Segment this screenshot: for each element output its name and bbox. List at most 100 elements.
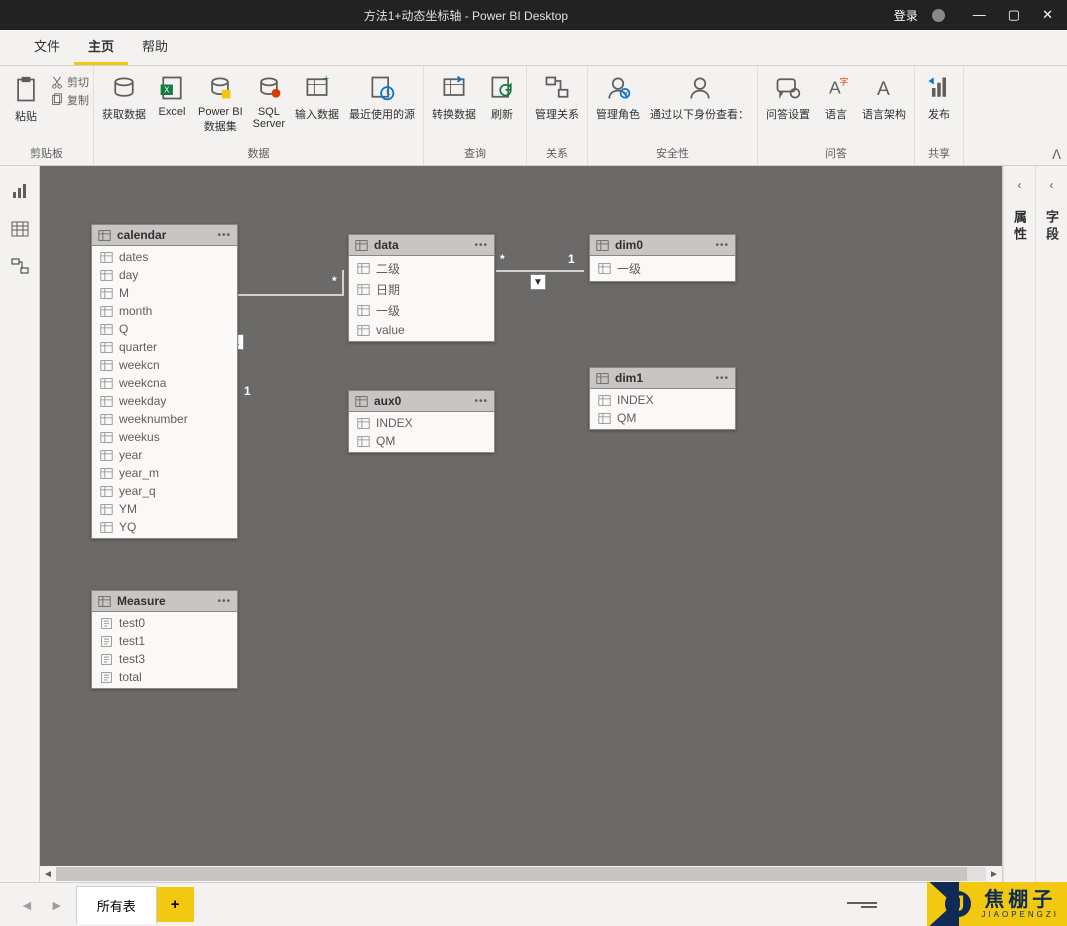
field-item[interactable]: year: [92, 446, 237, 464]
field-item[interactable]: weekday: [92, 392, 237, 410]
model-canvas[interactable]: ▲ 1 * ▼ * 1 calendar••• datesdayMmonthQq…: [40, 166, 1002, 882]
field-item[interactable]: year_m: [92, 464, 237, 482]
field-item[interactable]: YM: [92, 500, 237, 518]
svg-text:X: X: [164, 85, 170, 94]
right-panes: ‹属性 ‹字段: [1002, 166, 1067, 882]
field-item[interactable]: YQ: [92, 518, 237, 536]
tab-file[interactable]: 文件: [20, 28, 74, 65]
enter-data-button[interactable]: +输入数据: [291, 70, 343, 124]
view-rail: [0, 166, 40, 882]
field-item[interactable]: INDEX: [590, 391, 735, 409]
add-tab-button[interactable]: +: [157, 887, 194, 922]
close-icon[interactable]: ✕: [1042, 7, 1053, 23]
cardinality-one: 1: [568, 252, 575, 266]
minimize-icon[interactable]: —: [973, 7, 986, 23]
maximize-icon[interactable]: ▢: [1008, 7, 1020, 23]
field-item[interactable]: 一级: [590, 258, 735, 279]
table-icon: [98, 595, 111, 608]
table-icon: [596, 239, 609, 252]
manage-relationships-button[interactable]: 管理关系: [531, 70, 583, 124]
table-menu-icon[interactable]: •••: [474, 396, 488, 407]
field-item[interactable]: weekus: [92, 428, 237, 446]
publish-button[interactable]: 发布: [919, 70, 959, 124]
tab-home[interactable]: 主页: [74, 28, 128, 65]
field-item[interactable]: value: [349, 321, 494, 339]
recent-sources-button[interactable]: 最近使用的源: [345, 70, 419, 124]
manage-roles-button[interactable]: 管理角色: [592, 70, 644, 124]
sql-server-button[interactable]: SQL Server: [249, 70, 289, 132]
field-item[interactable]: year_q: [92, 482, 237, 500]
table-icon: [98, 229, 111, 242]
table-menu-icon[interactable]: •••: [474, 240, 488, 251]
field-item[interactable]: 日期: [349, 279, 494, 300]
page-tabs-footer: ◄ ► 所有表 +: [0, 882, 1067, 926]
svg-text:A: A: [877, 79, 890, 100]
table-menu-icon[interactable]: •••: [715, 373, 729, 384]
language-schema-button[interactable]: A语言架构: [858, 70, 910, 124]
table-menu-icon[interactable]: •••: [217, 230, 231, 241]
model-view-icon[interactable]: [11, 258, 29, 276]
report-view-icon[interactable]: [11, 182, 29, 200]
next-page-icon[interactable]: ►: [44, 893, 70, 917]
table-icon: [355, 239, 368, 252]
cardinality-many: *: [332, 274, 337, 288]
language-button[interactable]: A字语言: [816, 70, 856, 124]
field-item[interactable]: quarter: [92, 338, 237, 356]
menu-tabs: 文件 主页 帮助: [0, 30, 1067, 66]
login-label[interactable]: 登录: [894, 7, 918, 24]
field-item[interactable]: total: [92, 668, 237, 686]
qa-setup-button[interactable]: 问答设置: [762, 70, 814, 124]
copy-button[interactable]: 复制: [50, 92, 89, 108]
table-data[interactable]: data••• 二级日期一级value: [348, 234, 495, 342]
rel-arrow-icon: ▼: [530, 274, 546, 290]
field-item[interactable]: Q: [92, 320, 237, 338]
table-menu-icon[interactable]: •••: [715, 240, 729, 251]
field-item[interactable]: day: [92, 266, 237, 284]
zoom-control[interactable]: [837, 902, 877, 908]
watermark: J 焦棚子JIAOPENGZI: [927, 882, 1067, 926]
field-item[interactable]: weeknumber: [92, 410, 237, 428]
field-item[interactable]: weekcn: [92, 356, 237, 374]
user-avatar-icon[interactable]: [932, 9, 945, 22]
data-view-icon[interactable]: [11, 220, 29, 238]
collapse-ribbon-icon[interactable]: ᐱ: [1052, 147, 1061, 163]
sheet-tab-all-tables[interactable]: 所有表: [76, 886, 157, 924]
table-icon: [596, 372, 609, 385]
field-item[interactable]: month: [92, 302, 237, 320]
field-item[interactable]: dates: [92, 248, 237, 266]
field-item[interactable]: QM: [349, 432, 494, 450]
ribbon: 粘贴 剪切 复制 剪贴板 获取数据 XExcel Power BI 数据集 SQ…: [0, 66, 1067, 166]
field-item[interactable]: 一级: [349, 300, 494, 321]
field-item[interactable]: weekcna: [92, 374, 237, 392]
field-item[interactable]: QM: [590, 409, 735, 427]
field-item[interactable]: INDEX: [349, 414, 494, 432]
properties-pane[interactable]: ‹属性: [1003, 166, 1035, 882]
horizontal-scrollbar[interactable]: ◄►: [40, 866, 1002, 882]
table-menu-icon[interactable]: •••: [217, 596, 231, 607]
cardinality-one: 1: [244, 384, 251, 398]
paste-button[interactable]: 粘贴: [6, 72, 46, 126]
fields-pane[interactable]: ‹字段: [1035, 166, 1067, 882]
table-dim1[interactable]: dim1••• INDEXQM: [589, 367, 736, 430]
table-aux0[interactable]: aux0••• INDEXQM: [348, 390, 495, 453]
chevron-left-icon: ‹: [1050, 178, 1054, 192]
field-item[interactable]: M: [92, 284, 237, 302]
field-item[interactable]: test3: [92, 650, 237, 668]
transform-data-button[interactable]: 转换数据: [428, 70, 480, 124]
field-item[interactable]: test0: [92, 614, 237, 632]
svg-text:字: 字: [840, 76, 849, 87]
table-calendar[interactable]: calendar••• datesdayMmonthQquarterweekcn…: [91, 224, 238, 539]
table-dim0[interactable]: dim0••• 一级: [589, 234, 736, 282]
pbi-dataset-button[interactable]: Power BI 数据集: [194, 70, 247, 136]
field-item[interactable]: 二级: [349, 258, 494, 279]
refresh-button[interactable]: 刷新: [482, 70, 522, 124]
get-data-button[interactable]: 获取数据: [98, 70, 150, 124]
field-item[interactable]: test1: [92, 632, 237, 650]
view-as-button[interactable]: 通过以下身份查看：: [646, 70, 753, 124]
cut-button[interactable]: 剪切: [50, 74, 89, 90]
tab-help[interactable]: 帮助: [128, 28, 182, 65]
table-icon: [355, 395, 368, 408]
prev-page-icon[interactable]: ◄: [14, 893, 40, 917]
table-measure[interactable]: Measure••• test0test1test3total: [91, 590, 238, 689]
excel-button[interactable]: XExcel: [152, 70, 192, 120]
